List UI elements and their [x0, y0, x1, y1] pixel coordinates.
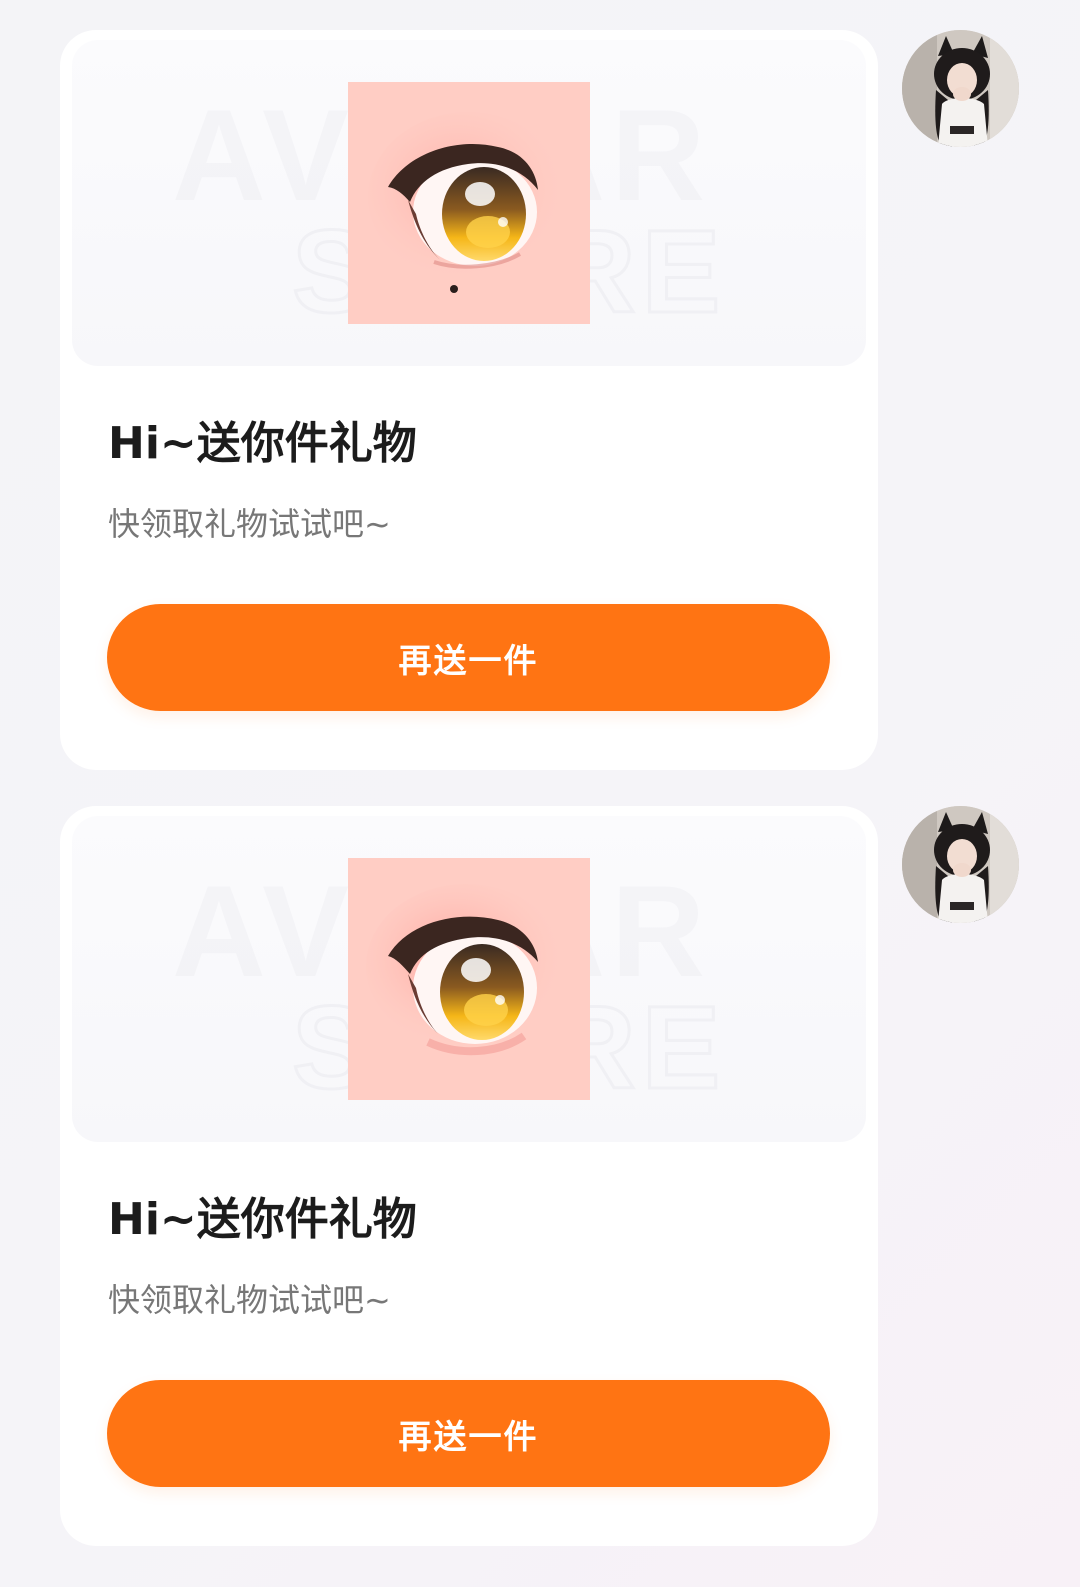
avatar-image: [902, 30, 1019, 147]
card-title: Hi~送你件礼物: [108, 1194, 417, 1245]
gift-message-card[interactable]: AVATAR STORE: [60, 30, 878, 770]
card-subtitle: 快领取礼物试试吧~: [108, 1281, 391, 1319]
anime-eye-icon: [348, 82, 590, 324]
send-again-button[interactable]: 再送一件: [107, 1380, 830, 1487]
gift-preview[interactable]: AVATAR STORE: [72, 816, 866, 1142]
avatar[interactable]: [902, 30, 1019, 147]
gift-message-card[interactable]: AVATAR STORE: [60, 806, 878, 1546]
card-title: Hi~送你件礼物: [108, 418, 417, 469]
avatar[interactable]: [902, 806, 1019, 923]
anime-eye-icon: [348, 858, 590, 1100]
card-subtitle: 快领取礼物试试吧~: [108, 505, 391, 543]
send-again-button[interactable]: 再送一件: [107, 604, 830, 711]
gift-preview[interactable]: AVATAR STORE: [72, 40, 866, 366]
avatar-image: [902, 806, 1019, 923]
